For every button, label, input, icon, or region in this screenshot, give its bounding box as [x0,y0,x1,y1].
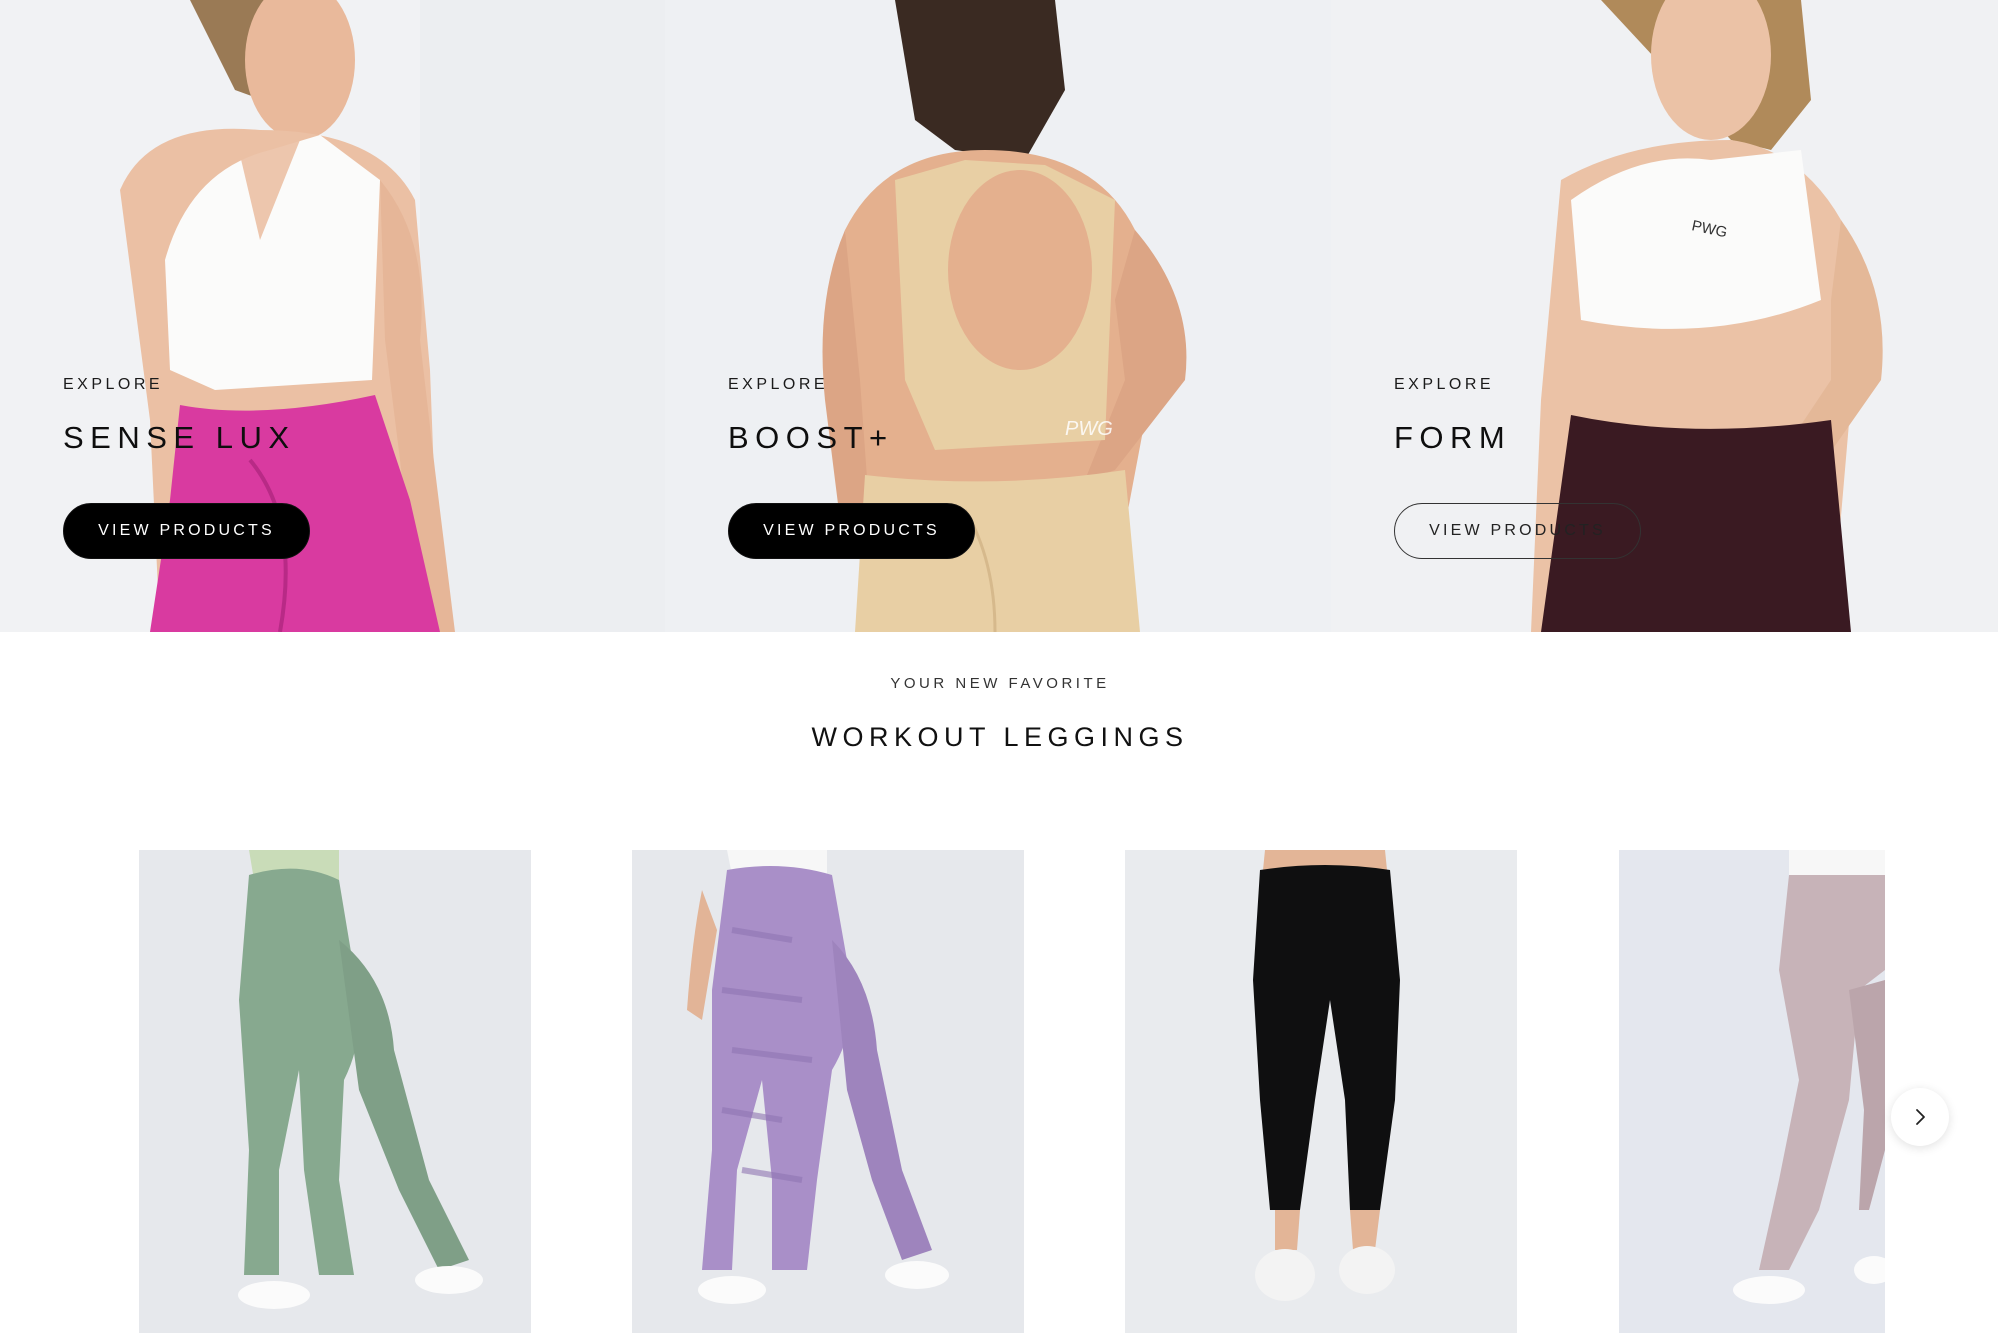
view-products-button-boost-plus[interactable]: VIEW PRODUCTS [728,503,975,559]
collection-title: SENSE LUX [63,420,296,455]
view-products-button-form[interactable]: VIEW PRODUCTS [1394,503,1641,559]
collection-card-boost-plus[interactable]: PWG EXPLORE BOOST+ VIEW PRODUCTS [665,0,1331,632]
product-card-black-leggings[interactable] [1125,850,1517,1333]
product-card-lavender-leggings[interactable] [632,850,1024,1333]
collection-eyebrow: EXPLORE [728,376,829,393]
collection-banner-row: EXPLORE SENSE LUX VIEW PRODUCTS PWG EXPL… [0,0,1998,632]
brand-logo: PWG [1065,418,1113,440]
chevron-right-icon [1916,1109,1925,1125]
collection-card-form[interactable]: PWG EXPLORE FORM VIEW PRODUCTS [1331,0,1998,632]
black-leggings-photo [1125,850,1517,1333]
product-card-mauve-leggings[interactable] [1619,850,1885,1333]
product-card-sage-leggings[interactable] [139,850,531,1333]
section-eyebrow: YOUR NEW FAVORITE [890,675,1110,692]
collection-title: BOOST+ [728,420,894,455]
mauve-leggings-photo [1619,850,1885,1333]
view-products-button-sense-lux[interactable]: VIEW PRODUCTS [63,503,310,559]
sage-green-leggings-photo [139,850,531,1333]
collection-title: FORM [1394,420,1512,455]
collection-card-sense-lux[interactable]: EXPLORE SENSE LUX VIEW PRODUCTS [0,0,665,632]
lavender-camo-leggings-photo [632,850,1024,1333]
collection-eyebrow: EXPLORE [1394,376,1495,393]
collection-eyebrow: EXPLORE [63,376,164,393]
section-title: WORKOUT LEGGINGS [811,722,1189,752]
carousel-next-button[interactable] [1891,1088,1949,1146]
